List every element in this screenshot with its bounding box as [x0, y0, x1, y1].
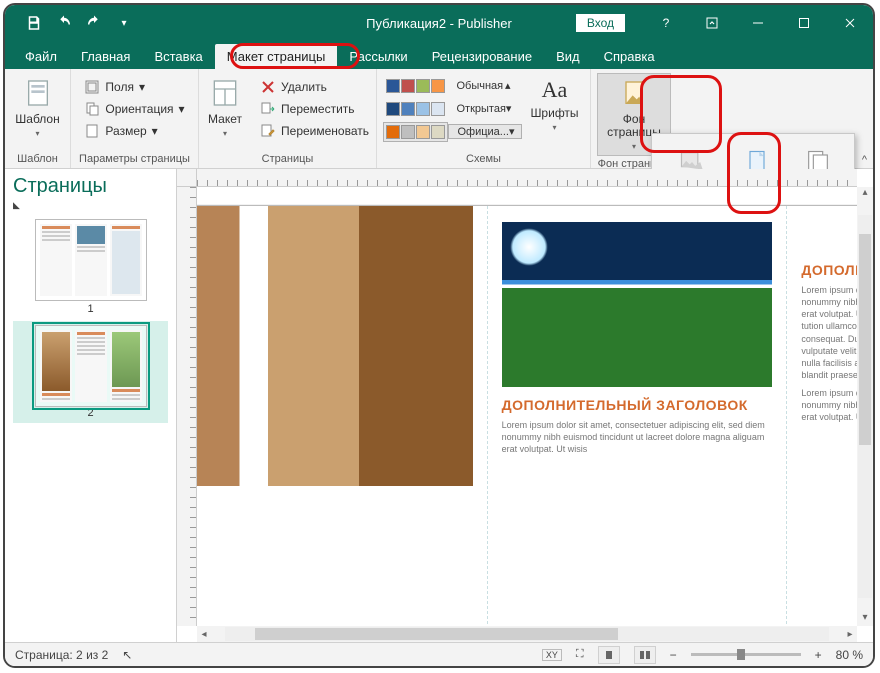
margins-button[interactable]: Поля ▾ [78, 77, 190, 97]
view-spread-button[interactable] [634, 646, 656, 664]
tab-page-layout[interactable]: Макет страницы [215, 44, 338, 69]
horizontal-ruler[interactable] [197, 169, 857, 187]
group-schemes-label: Схемы [383, 151, 584, 168]
group-page-params-label: Параметры страницы [77, 151, 192, 168]
photo-library [197, 206, 473, 486]
size-button[interactable]: Размер ▾ [78, 121, 190, 141]
tab-home[interactable]: Главная [69, 44, 142, 69]
group-template-label: Шаблон [11, 151, 64, 168]
size-icon: ⛶ [576, 648, 584, 661]
vertical-ruler[interactable] [177, 187, 197, 626]
page-thumbnail-1[interactable] [35, 219, 147, 301]
ribbon-tabs: Файл Главная Вставка Макет страницы Расс… [5, 41, 873, 69]
scheme-official[interactable]: Официа...▾ [383, 121, 521, 142]
ribbon-display-button[interactable] [689, 5, 735, 41]
canvas[interactable]: ДОПОЛНИТЕЛЬНЫЙ ЗАГОЛОВОК Lorem ipsum dol… [197, 187, 857, 626]
zoom-in-button[interactable]: + [815, 648, 822, 662]
cursor-icon: ↖ [122, 648, 132, 662]
fonts-button[interactable]: Aa Шрифты▾ [526, 73, 584, 136]
scheme-normal[interactable]: Обычная▴ [383, 75, 521, 96]
undo-icon[interactable] [55, 14, 73, 32]
page-thumbnail-2[interactable] [35, 325, 147, 407]
tab-view[interactable]: Вид [544, 44, 592, 69]
move-button[interactable]: Переместить [254, 99, 375, 119]
qat-dropdown-icon[interactable]: ▾ [115, 14, 133, 32]
scheme-open[interactable]: Открытая▾ [383, 98, 521, 119]
zoom-slider[interactable] [691, 653, 801, 656]
fonts-icon: Aa [542, 77, 568, 103]
body-text-3b: Lorem ipsum dolor sit amet, consectetuer… [801, 387, 857, 423]
page-number-2: 2 [17, 407, 164, 419]
photo-landscape [502, 222, 773, 387]
rename-button[interactable]: Переименовать [254, 121, 375, 141]
chevron-down-icon: ▾ [35, 129, 39, 138]
publication-page[interactable]: ДОПОЛНИТЕЛЬНЫЙ ЗАГОЛОВОК Lorem ipsum dol… [197, 205, 857, 626]
heading-2: ДОПОЛНИТЕЛЬНЫЙ ЗАГОЛОВОК [502, 397, 773, 413]
horizontal-scrollbar[interactable]: ◂▸ [197, 626, 857, 642]
maximize-button[interactable] [781, 5, 827, 41]
view-single-button[interactable] [598, 646, 620, 664]
tab-insert[interactable]: Вставка [142, 44, 214, 69]
status-bar: Страница: 2 из 2 ↖ XY ⛶ − + 80 % [5, 642, 873, 666]
collapse-ribbon-icon[interactable]: ^ [862, 154, 867, 166]
tab-help[interactable]: Справка [592, 44, 667, 69]
page-indicator[interactable]: Страница: 2 из 2 [15, 648, 108, 662]
body-text-2: Lorem ipsum dolor sit amet, consectetuer… [502, 419, 773, 455]
delete-button[interactable]: Удалить [254, 77, 375, 97]
template-button[interactable]: Шаблон ▾ [10, 73, 66, 142]
tab-file[interactable]: Файл [13, 44, 69, 69]
redo-icon[interactable] [85, 14, 103, 32]
save-icon[interactable] [25, 14, 43, 32]
zoom-level[interactable]: 80 % [836, 648, 863, 662]
document-area: ДОПОЛНИТЕЛЬНЫЙ ЗАГОЛОВОК Lorem ipsum dol… [177, 169, 873, 642]
signin-button[interactable]: Вход [576, 14, 625, 32]
layout-button[interactable]: Макет▾ [200, 73, 250, 142]
page-number-1: 1 [13, 303, 168, 315]
orientation-button[interactable]: Ориентация ▾ [78, 99, 190, 119]
template-label: Шаблон [15, 112, 59, 126]
title-bar: ▾ Публикация2 - Publisher Вход ? [5, 5, 873, 41]
zoom-out-button[interactable]: − [670, 648, 677, 662]
tab-mailings[interactable]: Рассылки [337, 44, 419, 69]
ruler-corner [177, 169, 197, 187]
minimize-button[interactable] [735, 5, 781, 41]
help-button[interactable]: ? [643, 5, 689, 41]
tab-review[interactable]: Рецензирование [420, 44, 544, 69]
vertical-scrollbar[interactable]: ▴▾ [857, 187, 873, 626]
close-button[interactable] [827, 5, 873, 41]
coord-icon: XY [542, 649, 562, 661]
pages-panel-caret-icon[interactable]: ◣ [13, 200, 168, 211]
heading-3: ДОПОЛНИТЕЛЬНЫЙ ЗАГОЛОВОК [801, 262, 857, 278]
body-text-3a: Lorem ipsum dolor sit amet, consectetuer… [801, 284, 857, 381]
group-pages-label: Страницы [205, 151, 370, 168]
pages-panel-title: Страницы [13, 175, 168, 198]
pages-panel: Страницы ◣ 1 2 [5, 169, 177, 642]
